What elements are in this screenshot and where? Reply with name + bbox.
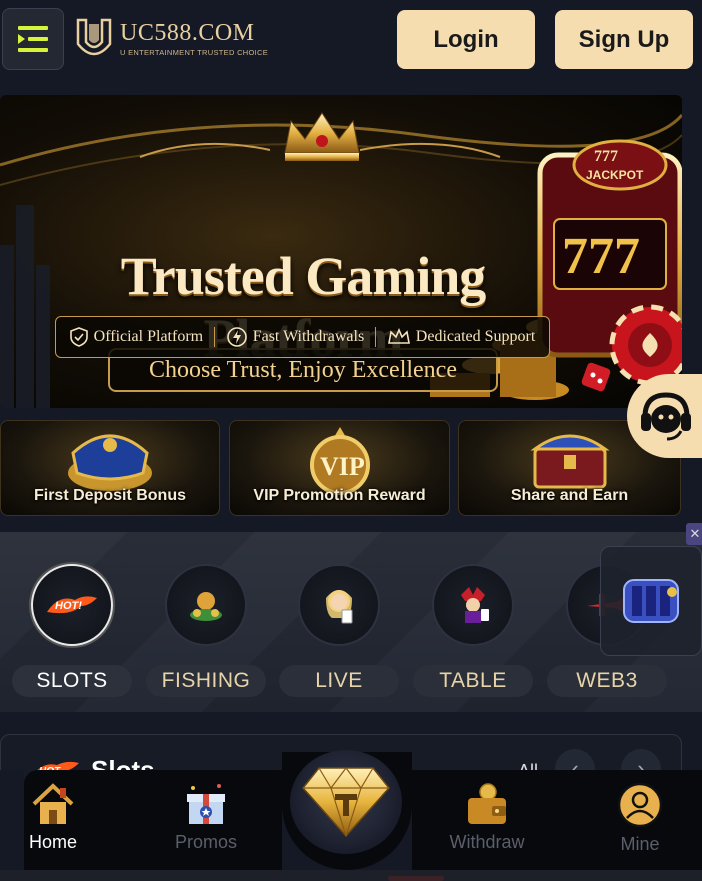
header: UC588.COM U ENTERTAINMENT TRUSTED CHOICE… <box>0 0 702 80</box>
home-icon <box>32 783 74 824</box>
svg-text:VIP: VIP <box>320 452 365 481</box>
live-dealer-icon <box>326 590 353 624</box>
category-icon-live[interactable] <box>298 564 380 646</box>
category-web3[interactable]: WEB3 <box>547 665 667 697</box>
vip-badge-icon: VIP <box>309 427 370 495</box>
promo-vip[interactable]: VIP VIP Promotion Reward <box>229 420 450 516</box>
wallet-icon <box>468 783 506 824</box>
bottom-nav: Home Promos Withdraw Mine <box>0 750 702 881</box>
category-strip: HOT! SLOTS FISHING LIVE TABLE WEB3 <box>0 532 702 712</box>
category-icon-fishing[interactable] <box>165 564 247 646</box>
treasure-chest-icon <box>529 434 610 489</box>
user-icon <box>617 782 663 828</box>
nav-label: Promos <box>174 832 237 852</box>
category-icon-table[interactable] <box>432 564 514 646</box>
promo-label: VIP Promotion Reward <box>253 487 426 504</box>
nav-label: Mine <box>620 834 660 854</box>
login-button[interactable]: Login <box>397 10 535 69</box>
page: UC588.COM U ENTERTAINMENT TRUSTED CHOICE… <box>0 0 702 881</box>
feature-label: Dedicated Support <box>415 328 536 345</box>
svg-text:JACKPOT: JACKPOT <box>586 168 644 182</box>
treasure-pot-icon <box>68 434 152 491</box>
promo-label: First Deposit Bonus <box>33 487 186 504</box>
promo-label: Share and Earn <box>510 487 629 504</box>
feature-divider <box>214 327 216 347</box>
nav-label: Withdraw <box>449 832 525 852</box>
svg-text:777: 777 <box>594 148 618 165</box>
nav-withdraw[interactable]: Withdraw <box>442 782 532 862</box>
nav-label: Home <box>28 832 77 852</box>
bottom-strip <box>0 870 702 881</box>
floating-game-ad[interactable] <box>600 546 702 656</box>
banner-features: Official Platform Fast Withdrawals Dedic… <box>55 316 550 358</box>
nav-home[interactable]: Home <box>8 782 98 862</box>
feature-support: Dedicated Support <box>387 328 536 346</box>
feature-withdrawals: Fast Withdrawals <box>226 327 365 347</box>
support-button[interactable] <box>627 374 702 458</box>
category-live[interactable]: LIVE <box>279 665 399 697</box>
menu-icon <box>18 26 48 52</box>
poker-chip-icon <box>609 304 682 386</box>
logo[interactable]: UC588.COM U ENTERTAINMENT TRUSTED CHOICE <box>74 16 268 60</box>
category-icon-slots[interactable]: HOT! <box>31 564 113 646</box>
promo-cards: First Deposit Bonus VIP VIP Promotion Re… <box>0 420 702 516</box>
feature-label: Fast Withdrawals <box>252 328 365 345</box>
crown-small-icon <box>387 328 410 344</box>
signup-button[interactable]: Sign Up <box>555 10 693 69</box>
crown-icon <box>284 112 360 161</box>
fishing-icon <box>190 592 222 621</box>
close-icon[interactable]: ✕ <box>686 523 702 545</box>
center-diamond-button[interactable] <box>290 750 402 854</box>
diamond-icon <box>302 767 390 838</box>
category-fishing[interactable]: FISHING <box>146 665 266 697</box>
lightning-icon <box>226 327 247 347</box>
slot-reel-icon <box>623 579 679 623</box>
shield-icon <box>69 327 88 347</box>
nav-mine[interactable]: Mine <box>595 782 685 862</box>
category-table[interactable]: TABLE <box>413 665 533 697</box>
hero-banner[interactable]: 777 777 JACKPOT Trusted Gaming Platform … <box>0 95 682 408</box>
logo-title: UC588.COM <box>120 19 255 46</box>
gift-icon <box>187 784 225 824</box>
feature-divider <box>375 327 377 347</box>
menu-button[interactable] <box>2 8 64 70</box>
promo-first-deposit[interactable]: First Deposit Bonus <box>0 420 220 516</box>
hot-icon: HOT! <box>47 596 97 614</box>
feature-label: Official Platform <box>93 328 204 345</box>
headset-icon <box>641 392 691 441</box>
logo-mark-icon <box>76 18 112 56</box>
table-joker-icon <box>461 587 489 623</box>
nav-promos[interactable]: Promos <box>161 782 251 862</box>
logo-subtitle: U ENTERTAINMENT TRUSTED CHOICE <box>120 47 269 57</box>
svg-text:HOT!: HOT! <box>55 600 82 612</box>
category-slots[interactable]: SLOTS <box>12 665 132 697</box>
feature-official: Official Platform <box>69 327 204 347</box>
